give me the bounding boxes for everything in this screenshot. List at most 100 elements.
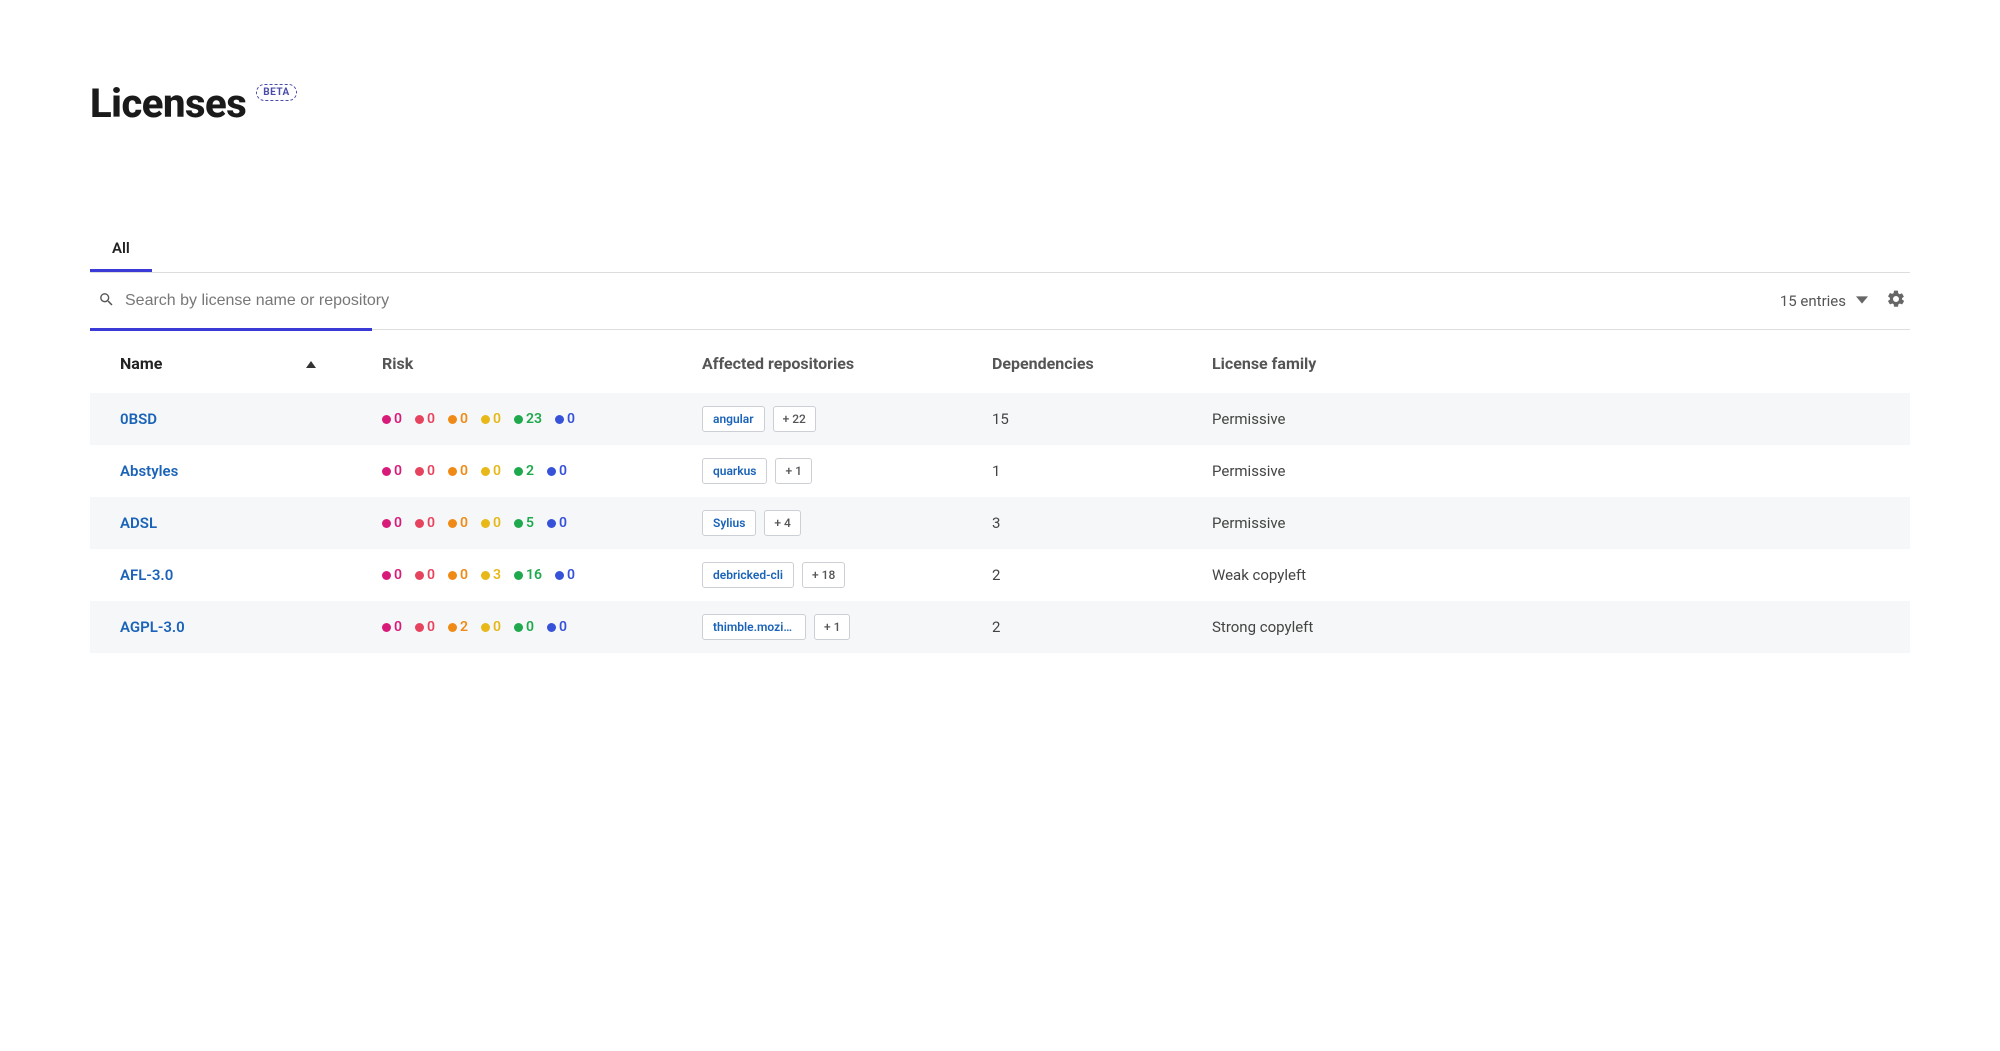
risk-item-magenta: 0 <box>382 515 402 531</box>
risk-item-red: 0 <box>415 515 435 531</box>
risk-dot-icon <box>448 467 457 476</box>
risk-item-magenta: 0 <box>382 567 402 583</box>
repo-chips: quarkus + 1 <box>702 458 968 484</box>
risk-item-green: 5 <box>514 515 534 531</box>
risk-item-orange: 0 <box>448 411 468 427</box>
risk-dot-icon <box>382 571 391 580</box>
risk-dot-icon <box>415 571 424 580</box>
risk-item-orange: 0 <box>448 515 468 531</box>
cell-repos: quarkus + 1 <box>690 445 980 497</box>
repo-chip[interactable]: debricked-cli <box>702 562 794 588</box>
search-area <box>98 291 1780 312</box>
risk-value: 0 <box>567 567 575 583</box>
cell-name: 0BSD <box>90 393 370 445</box>
cell-deps: 15 <box>980 393 1200 445</box>
page-header: Licenses BETA <box>90 80 1910 127</box>
license-link[interactable]: AFL-3.0 <box>120 566 173 584</box>
risk-dot-icon <box>481 623 490 632</box>
license-link[interactable]: AGPL-3.0 <box>120 618 185 636</box>
risk-value: 0 <box>493 411 501 427</box>
table-row: ADSL000050Sylius+ 43Permissive <box>90 497 1910 549</box>
cell-risk: 000020 <box>370 445 690 497</box>
cell-name: Abstyles <box>90 445 370 497</box>
cell-deps: 3 <box>980 497 1200 549</box>
cell-repos: Sylius + 4 <box>690 497 980 549</box>
repo-chip[interactable]: angular <box>702 406 765 432</box>
risk-dot-icon <box>448 519 457 528</box>
license-link[interactable]: 0BSD <box>120 410 157 428</box>
risk-value: 0 <box>559 619 567 635</box>
cell-repos: debricked-cli + 18 <box>690 549 980 601</box>
risk-value: 0 <box>460 411 468 427</box>
risk-dot-icon <box>514 623 523 632</box>
risk-value: 2 <box>460 619 468 635</box>
beta-badge: BETA <box>256 84 297 101</box>
repo-chips: debricked-cli + 18 <box>702 562 968 588</box>
risk-value: 5 <box>526 515 534 531</box>
risk-item-yellow: 0 <box>481 411 501 427</box>
risk-dot-icon <box>382 623 391 632</box>
risk-item-green: 2 <box>514 463 534 479</box>
repo-chip-more[interactable]: + 4 <box>764 510 800 536</box>
risk-dot-icon <box>448 415 457 424</box>
risk-value: 0 <box>460 567 468 583</box>
repo-chip[interactable]: quarkus <box>702 458 767 484</box>
repo-chip[interactable]: Sylius <box>702 510 756 536</box>
col-header-repos[interactable]: Affected repositories <box>690 330 980 393</box>
tab-all[interactable]: All <box>90 227 152 272</box>
search-row: 15 entries <box>90 273 1910 330</box>
gear-icon[interactable] <box>1886 289 1906 313</box>
risk-item-yellow: 0 <box>481 463 501 479</box>
risk-item-red: 0 <box>415 411 435 427</box>
risk-item-blue: 0 <box>555 567 575 583</box>
col-header-name[interactable]: Name <box>90 330 370 393</box>
risk-dot-icon <box>547 623 556 632</box>
cell-risk: 0003160 <box>370 549 690 601</box>
risk-value: 0 <box>427 515 435 531</box>
risk-value: 2 <box>526 463 534 479</box>
repo-chip-more[interactable]: + 1 <box>814 614 850 640</box>
risk-group: 0000230 <box>382 411 678 427</box>
risk-item-orange: 2 <box>448 619 468 635</box>
risk-value: 0 <box>526 619 534 635</box>
license-link[interactable]: Abstyles <box>120 462 178 480</box>
col-header-family[interactable]: License family <box>1200 330 1910 393</box>
licenses-table: Name Risk Affected repositories Dependen… <box>90 330 1910 653</box>
repo-chip[interactable]: thimble.mozill... <box>702 614 806 640</box>
risk-dot-icon <box>382 415 391 424</box>
risk-dot-icon <box>382 519 391 528</box>
cell-name: AFL-3.0 <box>90 549 370 601</box>
search-input[interactable] <box>125 292 625 310</box>
table-row: 0BSD0000230angular+ 2215Permissive <box>90 393 1910 445</box>
risk-item-yellow: 0 <box>481 619 501 635</box>
repo-chip-more[interactable]: + 18 <box>802 562 845 588</box>
risk-item-yellow: 0 <box>481 515 501 531</box>
entries-dropdown[interactable]: 15 entries <box>1780 292 1868 310</box>
risk-dot-icon <box>547 467 556 476</box>
risk-value: 0 <box>493 619 501 635</box>
caret-down-icon <box>1856 292 1868 310</box>
risk-item-green: 0 <box>514 619 534 635</box>
repo-chips: thimble.mozill... + 1 <box>702 614 968 640</box>
cell-deps: 2 <box>980 549 1200 601</box>
risk-item-yellow: 3 <box>481 567 501 583</box>
risk-group: 002000 <box>382 619 678 635</box>
risk-value: 0 <box>460 463 468 479</box>
risk-item-red: 0 <box>415 463 435 479</box>
col-header-risk[interactable]: Risk <box>370 330 690 393</box>
repo-chip-more[interactable]: + 22 <box>773 406 816 432</box>
risk-dot-icon <box>481 467 490 476</box>
col-header-deps[interactable]: Dependencies <box>980 330 1200 393</box>
risk-value: 0 <box>427 619 435 635</box>
risk-item-red: 0 <box>415 567 435 583</box>
risk-dot-icon <box>448 623 457 632</box>
risk-value: 0 <box>493 463 501 479</box>
cell-risk: 000050 <box>370 497 690 549</box>
risk-value: 3 <box>493 567 501 583</box>
risk-value: 0 <box>567 411 575 427</box>
license-link[interactable]: ADSL <box>120 514 157 532</box>
cell-family: Weak copyleft <box>1200 549 1910 601</box>
cell-family: Strong copyleft <box>1200 601 1910 653</box>
repo-chip-more[interactable]: + 1 <box>775 458 811 484</box>
cell-repos: angular + 22 <box>690 393 980 445</box>
